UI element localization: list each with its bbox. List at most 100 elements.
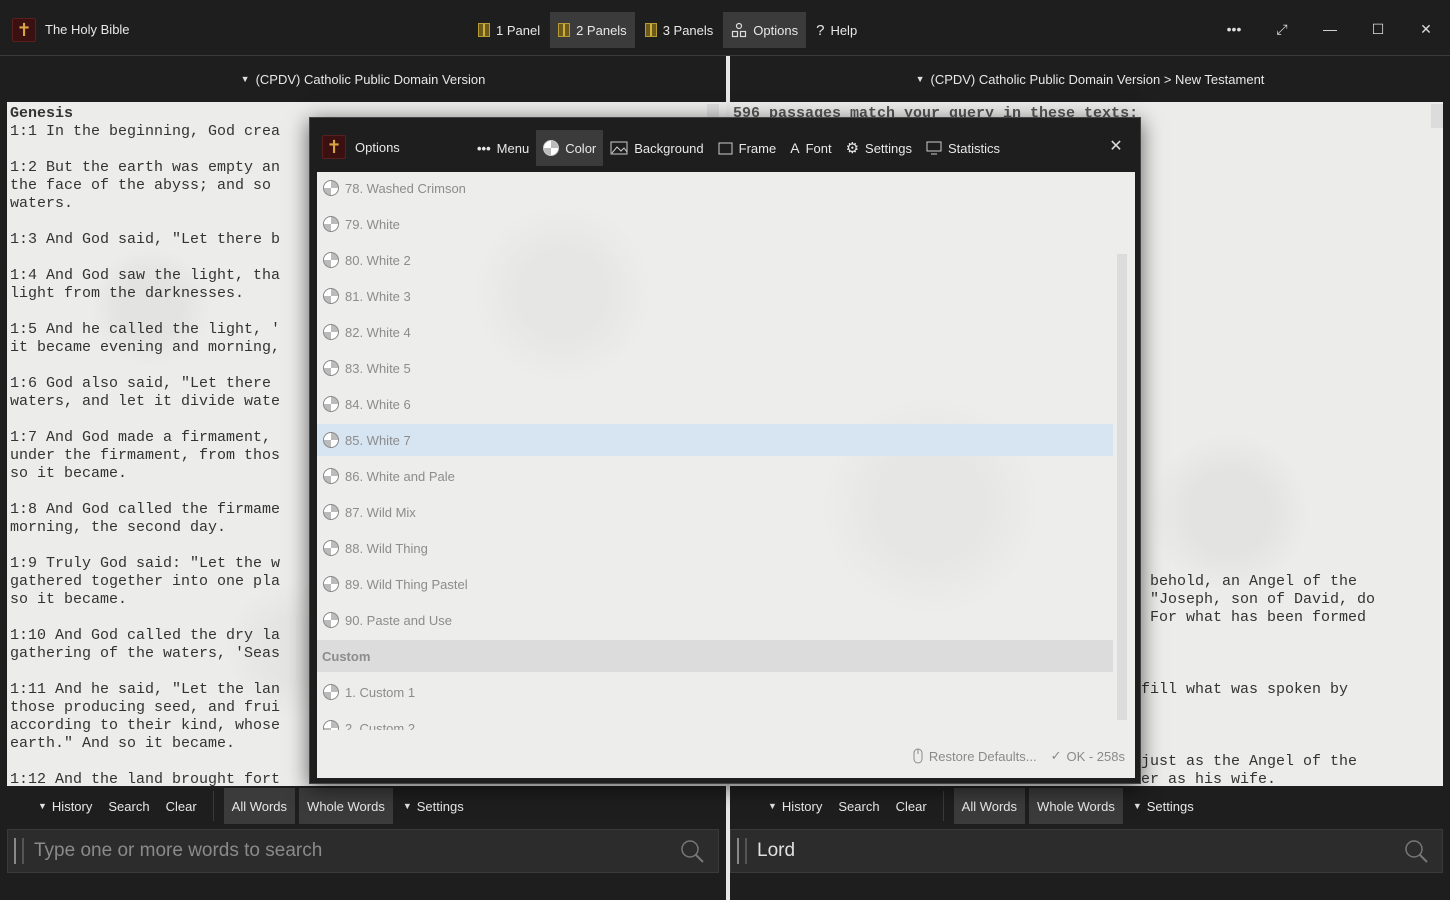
item-label: 83. White 5: [345, 360, 411, 376]
minimize-icon[interactable]: —: [1306, 12, 1354, 46]
item-label: 79. White: [345, 216, 400, 232]
more-icon[interactable]: •••: [1210, 12, 1258, 46]
history-button[interactable]: ▼ History: [760, 788, 830, 824]
tab-1-panel[interactable]: 1 Panel: [470, 12, 548, 48]
tab-label: Statistics: [948, 140, 1001, 156]
title-bar: ✝ The Holy Bible 1 Panel 2 Panels 3 Pane…: [0, 0, 1450, 56]
search-input[interactable]: [757, 840, 1396, 862]
all-words-toggle[interactable]: All Words: [223, 788, 296, 824]
list-item[interactable]: 87. Wild Mix: [317, 496, 1113, 528]
tab-color[interactable]: Color: [536, 130, 604, 166]
list-item[interactable]: 81. White 3: [317, 280, 1113, 312]
tab-label: 3 Panels: [662, 22, 714, 38]
panel-icon: [644, 23, 657, 37]
caret-down-icon: ▼: [38, 801, 47, 811]
item-label: 86. White and Pale: [345, 468, 455, 484]
right-search-bar: ▼ History Search Clear All Words Whole W…: [730, 786, 1450, 900]
list-item[interactable]: 86. White and Pale: [317, 460, 1113, 492]
divider: [942, 791, 944, 821]
settings-button[interactable]: ▼ Settings: [1125, 788, 1202, 824]
list-item[interactable]: 83. White 5: [317, 352, 1113, 384]
result-fragment: lfill what was spoken by: [1132, 681, 1349, 698]
app-title: The Holy Bible: [45, 22, 130, 37]
caret-down-icon: ▼: [768, 801, 777, 811]
tab-settings[interactable]: ⚙ Settings: [839, 130, 919, 166]
whole-words-toggle[interactable]: Whole Words: [1029, 788, 1123, 824]
tab-label: Background: [634, 140, 704, 156]
tab-label: Font: [805, 140, 832, 156]
item-label: 84. White 6: [345, 396, 411, 412]
item-label: 1. Custom 1: [345, 684, 416, 700]
item-label: 82. White 4: [345, 324, 411, 340]
frame-icon: [718, 142, 733, 154]
clear-button[interactable]: Clear: [158, 788, 205, 824]
translation-selector[interactable]: ▼ (CPDV) Catholic Public Domain Version …: [730, 56, 1450, 102]
list-item[interactable]: 78. Washed Crimson: [317, 172, 1113, 204]
maximize-icon[interactable]: ☐: [1354, 12, 1402, 46]
list-item[interactable]: 80. White 2: [317, 244, 1113, 276]
result-fragment: , behold, an Angel of the: [1132, 573, 1358, 590]
bible-cross-icon: ✝: [12, 18, 36, 42]
caret-down-icon: ▼: [1132, 801, 1142, 811]
options-button[interactable]: Options: [723, 12, 807, 48]
settings-button[interactable]: ▼ Settings: [395, 788, 472, 824]
tab-label: Settings: [865, 140, 913, 156]
color-palette-icon: [323, 324, 339, 340]
tab-font[interactable]: A Font: [783, 130, 838, 166]
restore-defaults-button[interactable]: Restore Defaults...: [912, 748, 1037, 764]
all-words-toggle[interactable]: All Words: [953, 788, 1026, 824]
list-item[interactable]: 2. Custom 2: [317, 712, 1113, 730]
item-label: 88. Wild Thing: [345, 540, 428, 556]
list-item[interactable]: 82. White 4: [317, 316, 1113, 348]
list-item[interactable]: 90. Paste and Use: [317, 604, 1113, 636]
clear-button[interactable]: Clear: [888, 788, 935, 824]
color-list-panel: 78. Washed Crimson 79. White 80. White 2…: [317, 172, 1135, 778]
color-palette-icon: [323, 540, 339, 556]
scrollbar[interactable]: [707, 104, 719, 118]
tab-2-panels[interactable]: 2 Panels: [550, 12, 635, 48]
search-button[interactable]: Search: [100, 788, 157, 824]
color-palette-icon: [323, 720, 339, 730]
list-item[interactable]: 1. Custom 1: [317, 676, 1113, 708]
scrollbar[interactable]: [1431, 104, 1443, 128]
gear-icon: ⚙: [845, 140, 860, 157]
tab-label: Help: [830, 22, 858, 38]
window-controls: ••• ⤢ — ☐ ✕: [1210, 12, 1450, 46]
translation-selector[interactable]: ▼ (CPDV) Catholic Public Domain Version: [0, 56, 726, 102]
color-palette-icon: [323, 216, 339, 232]
help-button[interactable]: ? Help: [808, 12, 865, 48]
search-toolbar: ▼ History Search Clear All Words Whole W…: [0, 786, 726, 826]
search-icon[interactable]: [1396, 831, 1436, 871]
history-label: History: [51, 798, 93, 814]
history-button[interactable]: ▼ History: [30, 788, 100, 824]
caret-down-icon: ▼: [402, 801, 412, 811]
result-fragment: . For what has been formed: [1132, 609, 1367, 626]
list-item[interactable]: 88. Wild Thing: [317, 532, 1113, 564]
list-item[interactable]: 79. White: [317, 208, 1113, 240]
search-input[interactable]: [34, 840, 672, 862]
ok-button[interactable]: ✓ OK - 258s: [1051, 748, 1125, 764]
item-label: 81. White 3: [345, 288, 411, 304]
search-icon[interactable]: [672, 831, 712, 871]
color-scheme-list[interactable]: 78. Washed Crimson 79. White 80. White 2…: [317, 172, 1113, 730]
tab-background[interactable]: Background: [603, 130, 710, 166]
tab-3-panels[interactable]: 3 Panels: [637, 12, 722, 48]
divider: [212, 791, 214, 821]
ok-label: OK - 258s: [1066, 748, 1125, 764]
list-item[interactable]: 89. Wild Thing Pastel: [317, 568, 1113, 600]
restore-label: Restore Defaults...: [928, 748, 1037, 764]
list-item[interactable]: 84. White 6: [317, 388, 1113, 420]
tab-frame[interactable]: Frame: [711, 130, 784, 166]
whole-words-toggle[interactable]: Whole Words: [299, 788, 393, 824]
close-icon[interactable]: ✕: [1106, 136, 1126, 156]
search-box: [7, 829, 719, 873]
tab-menu[interactable]: ••• Menu: [470, 130, 536, 166]
search-button[interactable]: Search: [830, 788, 887, 824]
color-palette-icon: [543, 140, 560, 156]
monitor-icon: [926, 141, 942, 155]
fullscreen-icon[interactable]: ⤢: [1258, 12, 1306, 46]
scrollbar[interactable]: [1117, 254, 1127, 720]
list-item-selected[interactable]: 85. White 7: [317, 424, 1113, 456]
tab-statistics[interactable]: Statistics: [919, 130, 1007, 166]
close-icon[interactable]: ✕: [1402, 12, 1450, 46]
